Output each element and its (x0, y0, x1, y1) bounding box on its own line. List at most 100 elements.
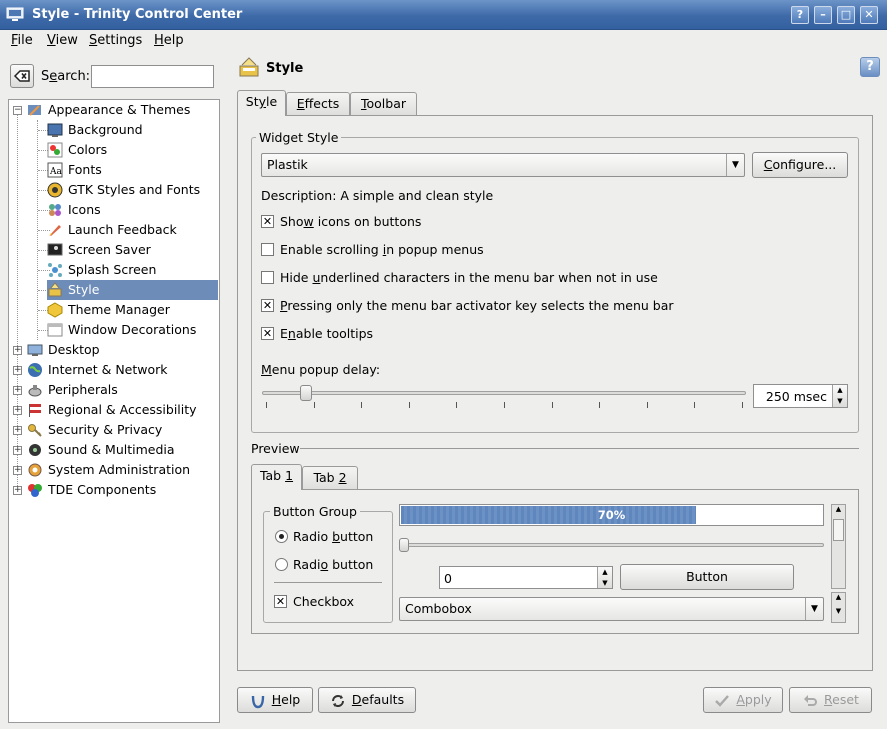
chevron-down-icon: ▼ (726, 154, 744, 176)
radio-button-2[interactable] (275, 558, 288, 571)
gear-icon (28, 463, 42, 477)
clear-icon (13, 70, 30, 82)
widget-style-combobox[interactable]: Plastik ▼ (261, 153, 745, 177)
preview-checkbox[interactable]: ✕ (274, 595, 287, 608)
expand-icon[interactable]: + (13, 426, 22, 435)
preview-tab-1[interactable]: Tab 1 (251, 464, 302, 490)
menu-view[interactable]: View (47, 33, 78, 48)
reset-button[interactable]: Reset (789, 687, 872, 713)
spin-down-icon[interactable]: ▼ (598, 578, 612, 589)
checkbox-show-icons[interactable]: ✕ (261, 215, 274, 228)
globe-icon (28, 363, 42, 377)
expand-icon[interactable]: + (13, 446, 22, 455)
slider-tick (361, 402, 362, 408)
slider-tick (314, 402, 315, 408)
search-input[interactable] (91, 65, 214, 88)
preview-combobox[interactable]: Combobox ▼ (399, 597, 824, 621)
slider-tick (504, 402, 505, 408)
fonts-icon: Aa (47, 162, 63, 178)
preview-separator (300, 448, 859, 449)
preview-checkbox-label: Checkbox (293, 594, 355, 609)
button-group-legend: Button Group (270, 504, 360, 519)
gtk-icon (47, 182, 63, 198)
expand-icon[interactable]: + (13, 346, 22, 355)
undo-icon (804, 694, 817, 706)
widget-style-legend: Widget Style (256, 130, 342, 145)
sound-icon (29, 444, 41, 456)
preview-button[interactable]: Button (620, 564, 794, 590)
flag-icon (29, 404, 41, 417)
theme-manager-icon (47, 302, 63, 318)
expand-icon[interactable]: + (13, 386, 22, 395)
context-help-button[interactable]: ? (791, 6, 809, 24)
reload-icon (331, 694, 344, 707)
preview-tab-2[interactable]: Tab 2 (302, 466, 358, 490)
module-tree[interactable]: − Appearance & Themes Background Colors … (8, 99, 220, 723)
checkbox-hide-underlined[interactable] (261, 271, 274, 284)
option-hide-underlined-label: Hide underlined characters in the menu b… (280, 270, 658, 285)
title-bar: Style - Trinity Control Center ? – □ ✕ (0, 0, 887, 30)
preview-vertical-scrollbar[interactable]: ▲ (831, 504, 846, 589)
menu-bar: File View Settings Help (0, 30, 887, 52)
page-title: Style (266, 61, 304, 76)
collapse-icon[interactable]: − (13, 106, 22, 115)
spin-down-icon[interactable]: ▼ (833, 396, 847, 407)
tab-style[interactable]: Style (237, 90, 286, 116)
checkbox-enable-scrolling[interactable] (261, 243, 274, 256)
spin-buttons[interactable]: ▲ ▼ (597, 567, 612, 588)
maximize-button[interactable]: □ (837, 6, 855, 24)
minimize-button[interactable]: – (814, 6, 832, 24)
expand-icon[interactable]: + (13, 486, 22, 495)
chevron-down-icon: ▼ (805, 598, 823, 620)
slider-tick (456, 402, 457, 408)
slider-tick (552, 402, 553, 408)
radio-button-1[interactable] (275, 530, 288, 543)
screen-saver-icon (47, 243, 63, 256)
help-button[interactable]: Help (237, 687, 313, 713)
whats-this-help-icon[interactable]: ? (860, 57, 880, 77)
slider-tick (742, 402, 743, 408)
slider-tick (409, 402, 410, 408)
tde-components-icon (28, 484, 42, 497)
spin-up-icon[interactable]: ▲ (833, 385, 847, 396)
defaults-button[interactable]: Defaults (318, 687, 416, 713)
expand-icon[interactable]: + (13, 366, 22, 375)
radio-button-1-label: Radio button (293, 529, 374, 544)
apply-button[interactable]: Apply (703, 687, 783, 713)
colors-icon (47, 142, 63, 158)
progress-label: 70% (597, 508, 626, 522)
scroll-up-icon[interactable]: ▲ (832, 593, 845, 607)
window-title: Style - Trinity Control Center (32, 7, 243, 22)
scroll-up-icon[interactable]: ▲ (832, 505, 845, 518)
slider-tick (266, 402, 267, 408)
option-menubar-activator-label: Pressing only the menu bar activator key… (280, 298, 674, 313)
checkbox-enable-tooltips[interactable]: ✕ (261, 327, 274, 340)
menu-popup-delay-slider[interactable] (300, 385, 312, 401)
menu-file[interactable]: File (11, 33, 33, 48)
spin-buttons[interactable]: ▲ ▼ (832, 385, 847, 407)
menu-help[interactable]: Help (154, 33, 184, 48)
close-button[interactable]: ✕ (860, 6, 878, 24)
configure-button[interactable]: Configure... (752, 152, 848, 178)
menu-settings[interactable]: Settings (89, 33, 142, 48)
window-decorations-icon (47, 323, 63, 337)
scroll-thumb[interactable] (833, 519, 844, 541)
clear-search-button[interactable] (10, 64, 34, 88)
expand-icon[interactable]: + (13, 466, 22, 475)
slider-tick (599, 402, 600, 408)
menu-popup-delay-spinbox[interactable]: 250 msec ▲ ▼ (753, 384, 848, 408)
scroll-down-icon[interactable]: ▼ (832, 607, 845, 621)
preview-slider[interactable] (399, 538, 409, 552)
preview-spinbox[interactable]: 0 ▲ ▼ (439, 566, 613, 589)
expand-icon[interactable]: + (13, 406, 22, 415)
spin-up-icon[interactable]: ▲ (598, 567, 612, 578)
tab-toolbar[interactable]: Toolbar (350, 92, 417, 116)
appearance-themes-icon (28, 105, 41, 116)
checkbox-menubar-activator[interactable]: ✕ (261, 299, 274, 312)
tree-item-style[interactable]: Style (47, 280, 218, 300)
preview-spin-scroll[interactable]: ▲ ▼ (831, 592, 846, 623)
search-label: Search: (41, 69, 91, 84)
checkmark-icon (715, 694, 730, 707)
svg-text:Aa: Aa (49, 167, 62, 177)
tab-effects[interactable]: Effects (286, 92, 350, 116)
